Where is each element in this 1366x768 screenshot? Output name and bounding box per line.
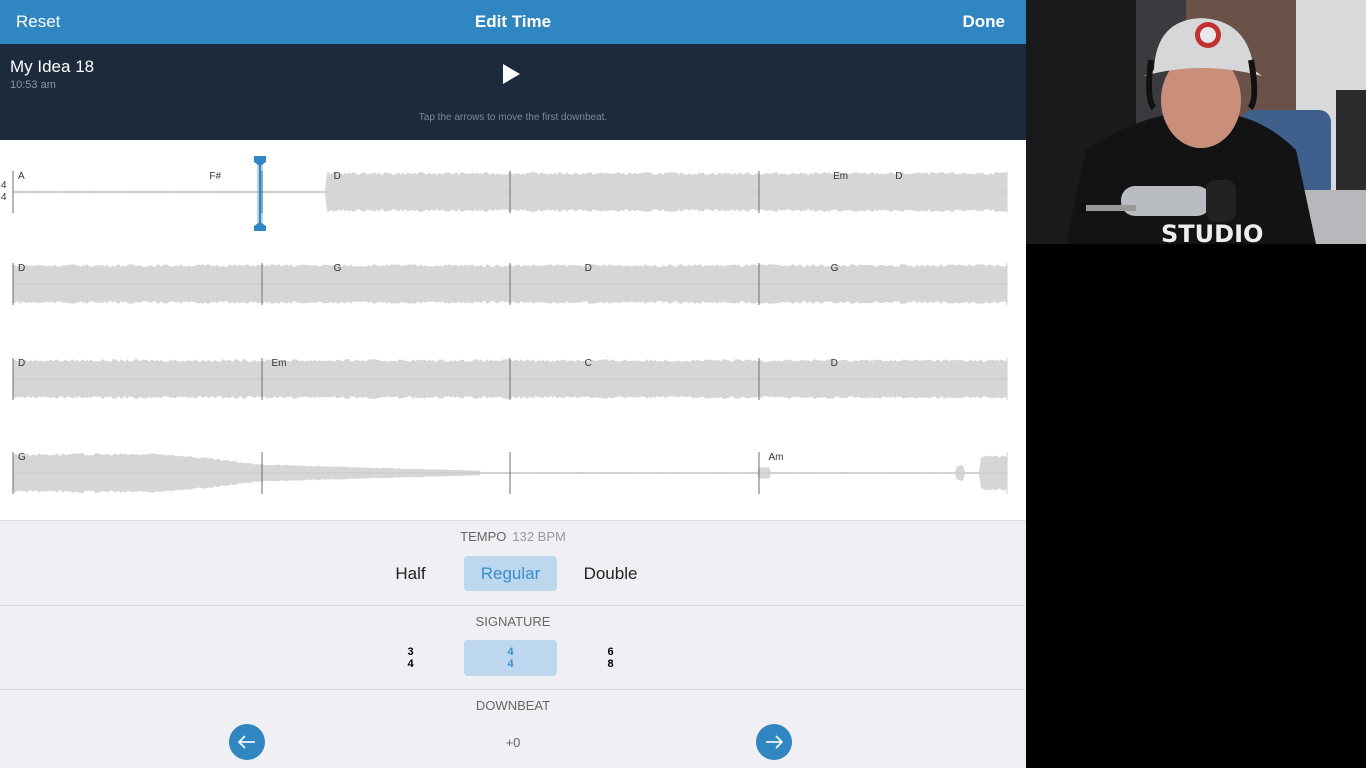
tempo-double-button[interactable]: Double xyxy=(564,556,657,591)
time-signature-top: 4 xyxy=(1,180,7,191)
chord-label: D xyxy=(18,263,26,274)
screen-title: Edit Time xyxy=(474,12,552,31)
chord-label: Em xyxy=(833,171,849,182)
chord-label: D xyxy=(830,358,838,369)
tempo-label: TEMPO xyxy=(460,529,507,544)
svg-text:STUDIO: STUDIO xyxy=(1161,220,1263,244)
navigation-bar: Reset Edit Time Done xyxy=(0,0,1026,44)
time-signature-bottom: 4 xyxy=(1,192,7,203)
chord-label: C xyxy=(584,358,592,369)
song-title: My Idea 18 xyxy=(10,57,95,76)
tempo-half-button[interactable]: Half xyxy=(364,556,457,591)
signature-3-4-button[interactable]: 3 4 xyxy=(364,640,457,676)
downbeat-hint: Tap the arrows to move the first downbea… xyxy=(418,112,608,123)
downbeat-right-button[interactable] xyxy=(756,724,792,760)
chord-label: D xyxy=(584,263,592,274)
signature-numerator: 4 xyxy=(507,646,514,658)
play-icon[interactable] xyxy=(500,63,522,85)
tempo-regular-button[interactable]: Regular xyxy=(464,556,557,591)
signature-numerator: 3 xyxy=(407,646,414,658)
chord-label: G xyxy=(830,263,839,274)
chord-label: G xyxy=(333,263,342,274)
song-info-bar: My Idea 18 10:53 am Tap the arrows to mo… xyxy=(0,44,1026,140)
signature-denominator: 4 xyxy=(407,658,414,670)
downbeat-offset: +0 xyxy=(505,735,521,750)
chord-label: D xyxy=(333,171,341,182)
chord-label: Em xyxy=(271,358,287,369)
time-signature-marker: 4 4 xyxy=(1,180,7,204)
chord-label: F# xyxy=(209,171,222,182)
separator xyxy=(0,689,1026,690)
chord-label: A xyxy=(18,171,25,182)
downbeat-label: DOWNBEAT xyxy=(475,698,551,713)
signature-denominator: 4 xyxy=(507,658,514,670)
tempo-bpm: 132 BPM xyxy=(512,529,566,544)
webcam-overlay: STUDIO xyxy=(1026,0,1366,244)
edit-time-screen: Reset Edit Time Done My Idea 18 10:53 am… xyxy=(0,0,1026,768)
signature-denominator: 8 xyxy=(607,658,614,670)
controls-panel: TEMPO 132 BPM Half Regular Double SIGNATU… xyxy=(0,520,1026,768)
signature-label: SIGNATURE xyxy=(475,614,551,629)
webcam-video: STUDIO xyxy=(1026,0,1366,244)
chord-label: D xyxy=(18,358,26,369)
chord-label: Am xyxy=(768,452,784,463)
downbeat-marker[interactable] xyxy=(254,156,266,231)
signature-4-4-button[interactable]: 4 4 xyxy=(464,640,557,676)
separator xyxy=(0,605,1026,606)
chord-label: D xyxy=(895,171,903,182)
waveform-canvas xyxy=(12,156,1008,494)
tempo-header: TEMPO 132 BPM xyxy=(0,529,1026,544)
arrow-right-icon xyxy=(766,735,784,749)
signature-6-8-button[interactable]: 6 8 xyxy=(564,640,657,676)
chord-label: G xyxy=(18,452,26,463)
done-button[interactable]: Done xyxy=(963,12,1006,32)
waveform-area[interactable]: 4 4 A F# D Em D D G D G D Em C D G Am xyxy=(0,140,1026,520)
signature-numerator: 6 xyxy=(607,646,614,658)
song-timestamp: 10:53 am xyxy=(10,79,56,91)
